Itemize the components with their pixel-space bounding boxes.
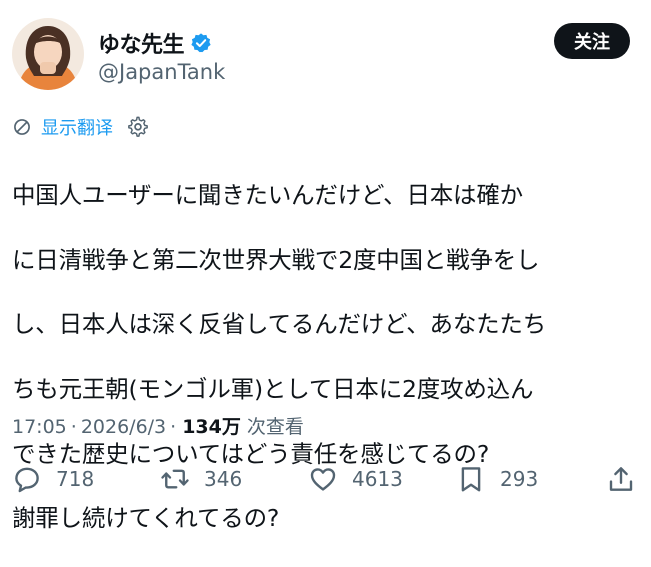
bookmark-icon [461, 467, 481, 492]
reply-icon [15, 467, 39, 493]
avatar-image [12, 18, 84, 90]
tweet-text-line: 中国人ユーザーに聞きたいんだけど、日本は確か [12, 181, 523, 210]
show-translation-link[interactable]: 显示翻译 [41, 114, 113, 140]
author-display-name[interactable]: ゆな先生 [98, 27, 185, 59]
repost-button[interactable]: 346 [160, 464, 242, 494]
action-bar: 718 346 4613 293 [0, 464, 651, 504]
like-button[interactable]: 4613 [308, 464, 403, 494]
avatar[interactable] [12, 18, 84, 90]
follow-button[interactable]: 关注 [554, 23, 630, 59]
bookmark-button[interactable]: 293 [456, 464, 538, 494]
author-name-row[interactable]: ゆな先生 [98, 27, 212, 59]
meta-separator: · [170, 416, 177, 438]
tweet-text-line: ちも元王朝(モンゴル軍)として日本に2度攻め込ん [12, 375, 534, 404]
tweet-meta: 17:05 · 2026/6/3 · 134万 次查看 [12, 412, 304, 439]
tweet-text-line: 謝罪し続けてくれてるの? [12, 504, 280, 533]
share-icon [609, 467, 633, 491]
meta-separator: · [70, 416, 77, 438]
heart-icon [310, 468, 336, 491]
bookmark-count: 293 [500, 467, 539, 491]
like-count: 4613 [352, 467, 403, 491]
verified-badge-icon [190, 32, 212, 54]
repost-count: 346 [204, 467, 243, 491]
translate-row: 显示翻译 [12, 114, 149, 140]
share-button[interactable] [606, 464, 650, 494]
tweet-time[interactable]: 17:05 [12, 416, 67, 438]
reply-button[interactable]: 718 [12, 464, 94, 494]
translate-icon [12, 117, 32, 137]
view-count-label: 次查看 [246, 416, 304, 438]
repost-icon [161, 469, 189, 489]
tweet-date[interactable]: 2026/6/3 [81, 416, 166, 438]
author-handle[interactable]: @JapanTank [98, 60, 225, 84]
gear-icon[interactable] [127, 116, 149, 138]
tweet-text-line: し、日本人は深く反省してるんだけど、あなたたち [12, 310, 547, 339]
view-count[interactable]: 134万 [182, 412, 241, 439]
reply-count: 718 [56, 467, 95, 491]
tweet-text-line: に日清戦争と第二次世界大戦で2度中国と戦争をし [12, 245, 540, 274]
